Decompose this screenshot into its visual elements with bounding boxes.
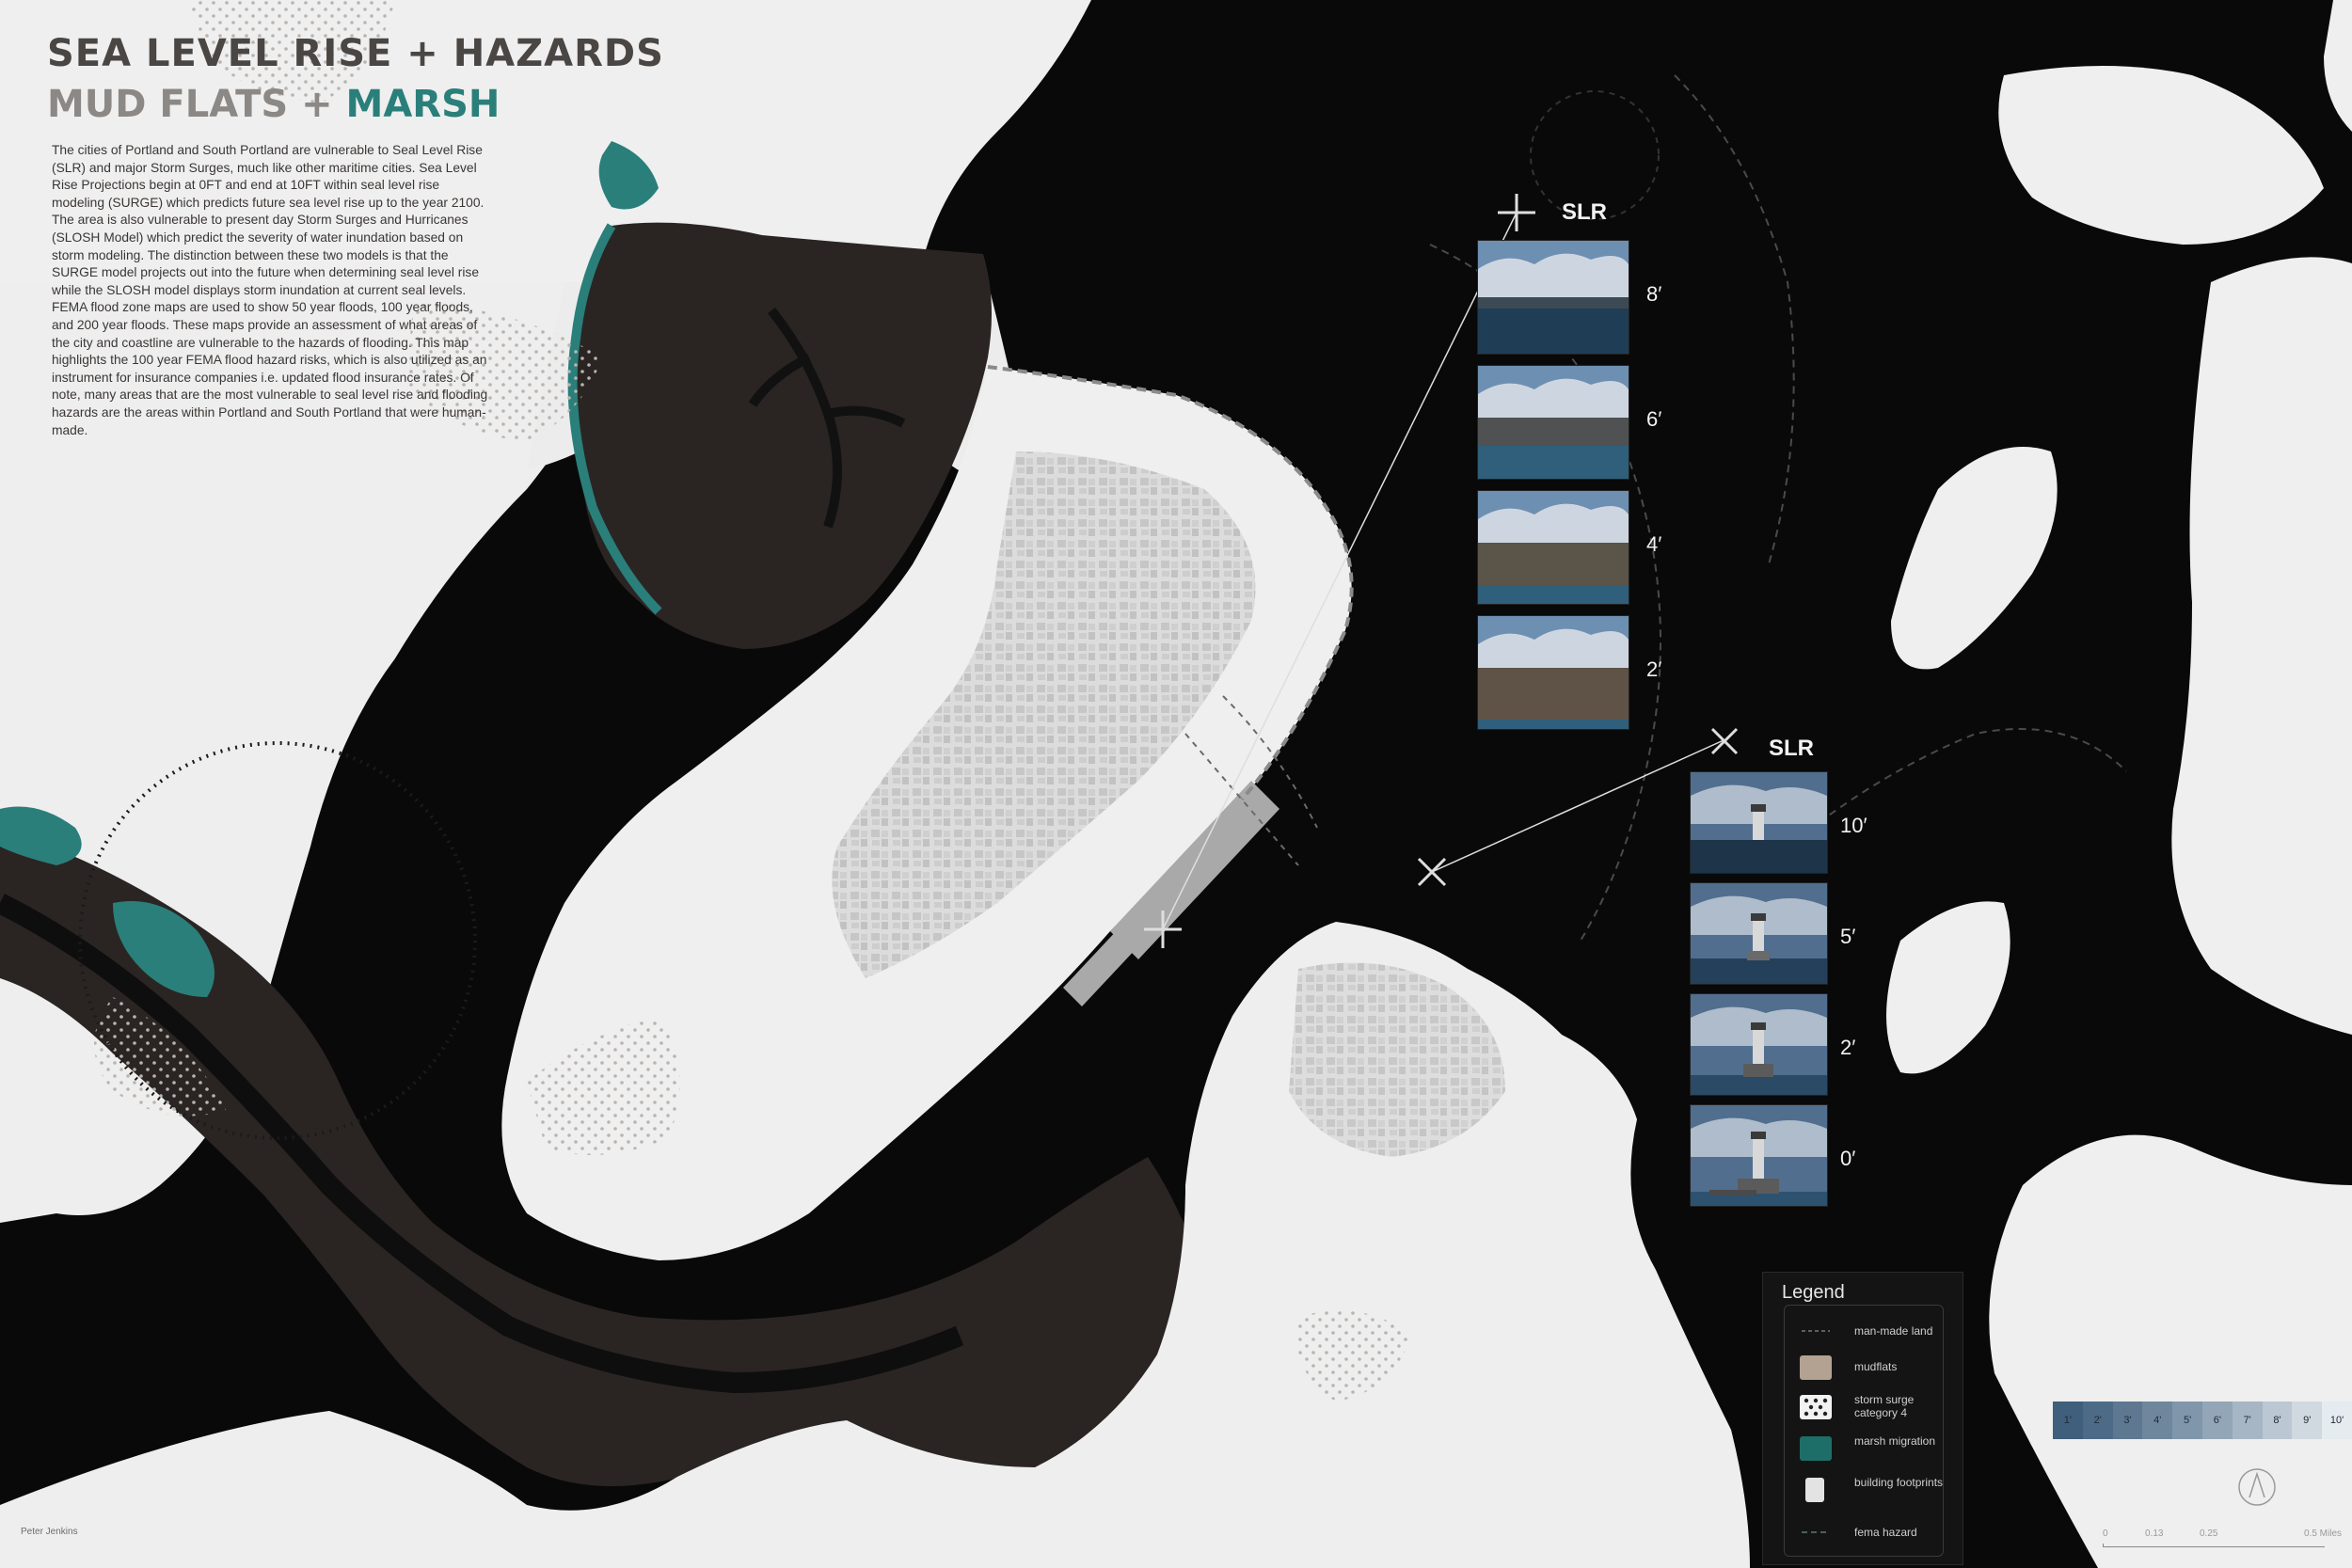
- title-block: SEA LEVEL RISE + HAZARDS MUD FLATS + MAR…: [47, 28, 664, 130]
- legend-title: Legend: [1782, 1282, 1845, 1303]
- title-sub: MUD FLATS + MARSH: [47, 79, 612, 130]
- description-text: The cities of Portland and South Portlan…: [52, 143, 488, 437]
- mudflats-swatch: [1800, 1355, 1832, 1380]
- scale-line: [2103, 1544, 2325, 1547]
- legend-items: man-made land mudflats storm surge categ…: [1784, 1305, 1944, 1557]
- scale-tick: 0.13: [2145, 1528, 2164, 1539]
- scale-cell: 4': [2142, 1402, 2173, 1439]
- slr-photo-2ft[interactable]: [1477, 615, 1629, 730]
- scale-cell: 2': [2082, 1402, 2113, 1439]
- slr-photo-8ft[interactable]: [1477, 240, 1629, 355]
- slr-label-group-1: SLR: [1562, 199, 1607, 225]
- legend-label: building footprints: [1854, 1476, 1944, 1489]
- legend-item-storm-surge: storm surge category 4: [1785, 1388, 1943, 1426]
- legend-label: marsh migration: [1854, 1434, 1936, 1448]
- scale-tick: 0.25: [2200, 1528, 2218, 1539]
- slr-color-scale: 1' 2' 3' 4' 5' 6' 7' 8' 9' 10': [2053, 1402, 2352, 1439]
- legend-panel: Legend man-made land mudflats storm surg…: [1762, 1272, 1963, 1565]
- legend-label: storm surge category 4: [1854, 1393, 1915, 1419]
- legend-item-marsh-migration: marsh migration: [1785, 1430, 1943, 1467]
- slr-level-8ft: 8′: [1646, 282, 1662, 306]
- slr-photo-lighthouse-0ft[interactable]: [1690, 1104, 1828, 1207]
- slr-photo-lighthouse-5ft[interactable]: [1690, 882, 1828, 985]
- slr-level-2ft-lighthouse: 2′: [1840, 1036, 1856, 1059]
- dashed-line-icon: [1802, 1531, 1830, 1533]
- title-plus: +: [288, 83, 346, 126]
- title-main: SEA LEVEL RISE + HAZARDS: [47, 32, 664, 75]
- scale-tick: 0: [2103, 1528, 2108, 1539]
- author-credit: Peter Jenkins: [21, 1527, 78, 1537]
- north-arrow-icon: [2238, 1468, 2276, 1506]
- legend-label: man-made land: [1854, 1324, 1933, 1338]
- slr-photo-lighthouse-10ft[interactable]: [1690, 771, 1828, 874]
- slr-photo-6ft[interactable]: [1477, 365, 1629, 480]
- title-mudflats: MUD FLATS: [47, 83, 289, 126]
- building-swatch: [1805, 1478, 1824, 1502]
- slr-photo-4ft[interactable]: [1477, 490, 1629, 605]
- scale-cell: 10': [2322, 1402, 2352, 1439]
- slr-level-6ft: 6′: [1646, 407, 1662, 431]
- marsh-swatch: [1800, 1436, 1832, 1461]
- scale-tick: 0.5 Miles: [2304, 1528, 2343, 1539]
- scale-cell: 6': [2201, 1402, 2233, 1439]
- slr-level-4ft: 4′: [1646, 532, 1662, 556]
- slr-level-2ft: 2′: [1646, 657, 1662, 681]
- legend-item-mudflats: mudflats: [1785, 1349, 1943, 1386]
- legend-item-fema-hazard: fema hazard: [1785, 1514, 1943, 1552]
- legend-item-man-made-land: man-made land: [1785, 1313, 1943, 1351]
- slr-level-0ft: 0′: [1840, 1147, 1856, 1170]
- title-marsh: MARSH: [345, 83, 501, 126]
- scale-cell: 3': [2112, 1402, 2143, 1439]
- slr-level-5ft: 5′: [1840, 925, 1856, 948]
- scale-cell: 8': [2262, 1402, 2293, 1439]
- map-scale-bar: 0 0.13 0.25 0.5 Miles: [2103, 1528, 2342, 1557]
- legend-label: mudflats: [1854, 1360, 1898, 1373]
- slr-label-group-2: SLR: [1769, 736, 1814, 761]
- scale-cell: 7': [2232, 1402, 2263, 1439]
- slr-photo-lighthouse-2ft[interactable]: [1690, 993, 1828, 1096]
- legend-item-building-footprints: building footprints: [1785, 1471, 1943, 1509]
- map-poster: SEA LEVEL RISE + HAZARDS MUD FLATS + MAR…: [0, 0, 2352, 1568]
- dot-pattern-icon: [1800, 1395, 1832, 1419]
- scale-cell: 1': [2053, 1402, 2083, 1439]
- legend-label: fema hazard: [1854, 1526, 1917, 1539]
- scale-cell: 5': [2172, 1402, 2202, 1439]
- slr-level-10ft: 10′: [1840, 814, 1867, 837]
- scale-cell: 9': [2292, 1402, 2323, 1439]
- dashed-line-icon: [1802, 1330, 1830, 1332]
